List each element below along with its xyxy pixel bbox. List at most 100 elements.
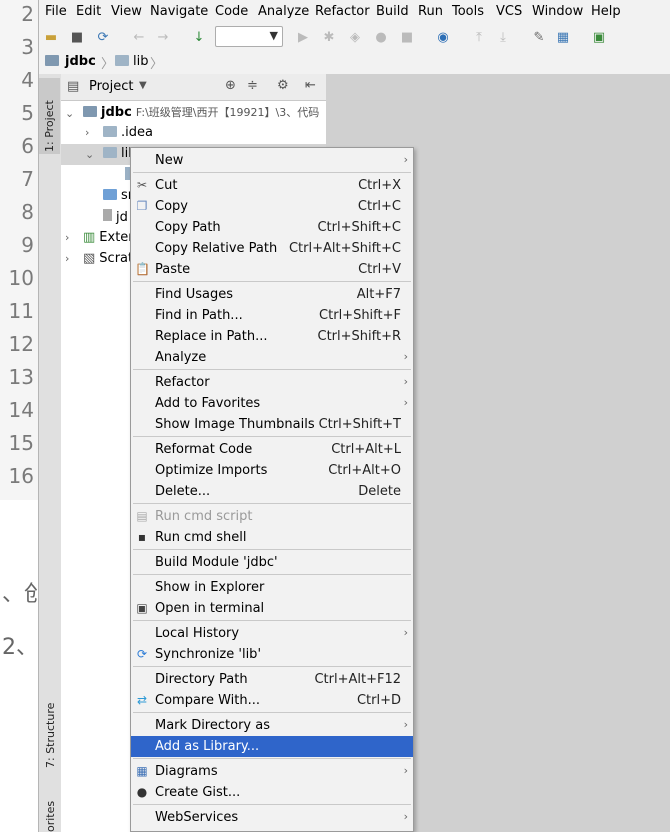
chevron-right-icon: › — [403, 396, 408, 409]
run-config-select[interactable]: ▼ — [215, 26, 283, 47]
locate-icon[interactable]: ⊕ — [225, 78, 236, 93]
stop-icon[interactable]: ■ — [399, 30, 415, 46]
menu-item-shortcut: Ctrl+Alt+F12 — [314, 672, 401, 687]
menu-separator — [133, 549, 411, 550]
menu-refactor[interactable]: Refactor — [315, 4, 370, 19]
menu-item-build-module-jdbc[interactable]: Build Module 'jdbc' — [131, 552, 413, 573]
save-icon[interactable]: ■ — [69, 30, 85, 46]
tree-item-idea[interactable]: .idea — [103, 125, 153, 140]
line-number: 2 — [21, 2, 34, 26]
menu-item-show-in-explorer[interactable]: Show in Explorer — [131, 577, 413, 598]
menu-run[interactable]: Run — [418, 4, 443, 19]
menu-item-compare-with[interactable]: ⇄ Compare With... Ctrl+D — [131, 690, 413, 711]
menu-item-copy-relative-path[interactable]: Copy Relative Path Ctrl+Alt+Shift+C — [131, 238, 413, 259]
menu-edit[interactable]: Edit — [76, 4, 101, 19]
menu-item-directory-path[interactable]: Directory Path Ctrl+Alt+F12 — [131, 669, 413, 690]
menu-item-reformat-code[interactable]: Reformat Code Ctrl+Alt+L — [131, 439, 413, 460]
coverage-icon[interactable]: ◈ — [347, 30, 363, 46]
menu-item-add-to-favorites[interactable]: Add to Favorites › — [131, 393, 413, 414]
chevron-right-icon[interactable]: › — [65, 231, 69, 244]
tree-item-label: Exter — [99, 230, 134, 245]
menu-view[interactable]: View — [111, 4, 142, 19]
menu-file[interactable]: File — [45, 4, 67, 19]
menu-help[interactable]: Help — [591, 4, 621, 19]
tree-item-src[interactable]: sr — [103, 188, 133, 203]
tree-item-iml[interactable]: jd — [103, 209, 128, 225]
breadcrumb-project[interactable]: jdbc — [65, 54, 96, 69]
menu-window[interactable]: Window — [532, 4, 583, 19]
vcs-update-icon[interactable]: ⤒ — [471, 30, 487, 46]
chevron-down-icon[interactable]: ▼ — [139, 80, 147, 91]
menu-separator — [133, 172, 411, 173]
tab-favorites[interactable]: orites — [44, 801, 57, 832]
menu-analyze[interactable]: Analyze — [258, 4, 309, 19]
project-structure-icon[interactable]: ▦ — [555, 30, 571, 46]
debug-icon[interactable]: ✱ — [321, 30, 337, 46]
tab-structure[interactable]: 7: Structure — [44, 703, 57, 768]
menu-vcs[interactable]: VCS — [496, 4, 522, 19]
menu-item-show-image-thumbnails[interactable]: Show Image Thumbnails Ctrl+Shift+T — [131, 414, 413, 435]
menu-navigate[interactable]: Navigate — [150, 4, 208, 19]
compare-icon: ⇄ — [136, 693, 148, 707]
android-icon[interactable]: ▣ — [591, 30, 607, 46]
chevron-right-icon[interactable]: › — [65, 252, 69, 265]
menu-item-shortcut: Ctrl+X — [358, 178, 401, 193]
menu-item-synchronize-lib[interactable]: ⟳ Synchronize 'lib' — [131, 644, 413, 665]
menu-item-shortcut: Ctrl+Alt+Shift+C — [288, 241, 401, 256]
chevron-right-icon[interactable]: › — [85, 126, 89, 139]
menu-item-new[interactable]: New › — [131, 150, 413, 171]
menu-tools[interactable]: Tools — [452, 4, 484, 19]
forward-icon[interactable]: → — [155, 30, 171, 46]
tree-item-external-libraries[interactable]: ▥ Exter — [83, 230, 134, 245]
menu-code[interactable]: Code — [215, 4, 248, 19]
menu-item-create-gist[interactable]: ● Create Gist... — [131, 782, 413, 803]
menu-item-delete[interactable]: Delete... Delete — [131, 481, 413, 502]
menu-item-find-in-path[interactable]: Find in Path... Ctrl+Shift+F — [131, 305, 413, 326]
menu-item-find-usages[interactable]: Find Usages Alt+F7 — [131, 284, 413, 305]
menu-item-copy[interactable]: ❐ Copy Ctrl+C — [131, 196, 413, 217]
chevron-down-icon: ▼ — [269, 29, 278, 42]
sync-icon[interactable]: ⟳ — [95, 30, 111, 46]
back-icon[interactable]: ← — [131, 30, 147, 46]
open-folder-icon[interactable]: ▬ — [43, 30, 59, 46]
breadcrumb-folder[interactable]: lib — [133, 54, 148, 69]
collapse-icon[interactable]: ≑ — [247, 78, 258, 93]
tree-root[interactable]: jdbc F:\班级管理\西开【19921】\3、代码 — [83, 104, 319, 120]
menu-item-cut[interactable]: ✂ Cut Ctrl+X — [131, 175, 413, 196]
profile-icon[interactable]: ● — [373, 30, 389, 46]
menu-item-optimize-imports[interactable]: Optimize Imports Ctrl+Alt+O — [131, 460, 413, 481]
menu-item-run-cmd-shell[interactable]: ▪ Run cmd shell — [131, 527, 413, 548]
menu-item-analyze[interactable]: Analyze › — [131, 347, 413, 368]
chevron-down-icon[interactable]: ⌄ — [65, 107, 74, 120]
menu-item-refactor[interactable]: Refactor › — [131, 372, 413, 393]
tree-item-scratches[interactable]: ▧ Scrat — [83, 251, 133, 266]
project-view-select[interactable]: Project — [89, 79, 133, 94]
help-web-icon[interactable]: ◉ — [435, 30, 451, 46]
menu-item-open-in-terminal[interactable]: ▣ Open in terminal — [131, 598, 413, 619]
menu-item-paste[interactable]: 📋 Paste Ctrl+V — [131, 259, 413, 280]
menu-item-diagrams[interactable]: ▦ Diagrams › — [131, 761, 413, 782]
menu-item-mark-directory-as[interactable]: Mark Directory as › — [131, 715, 413, 736]
menu-separator — [133, 758, 411, 759]
run-icon[interactable]: ▶ — [295, 30, 311, 46]
menu-item-label: Replace in Path... — [155, 329, 268, 344]
gear-icon[interactable]: ⚙ — [277, 78, 289, 93]
menu-item-run-cmd-script[interactable]: ▤ Run cmd script — [131, 506, 413, 527]
menu-item-shortcut: Delete — [358, 484, 401, 499]
chevron-down-icon[interactable]: ⌄ — [85, 148, 94, 161]
line-number: 4 — [21, 68, 34, 92]
chevron-right-icon: 〉 — [150, 57, 164, 72]
vcs-commit-icon[interactable]: ⤓ — [495, 30, 511, 46]
hide-icon[interactable]: ⇤ — [305, 78, 316, 93]
menu-item-label: Show Image Thumbnails — [155, 417, 315, 432]
settings-icon[interactable]: ✎ — [531, 30, 547, 46]
menu-item-copy-path[interactable]: Copy Path Ctrl+Shift+C — [131, 217, 413, 238]
menu-build[interactable]: Build — [376, 4, 409, 19]
menu-item-webservices[interactable]: WebServices › — [131, 807, 413, 828]
menu-item-local-history[interactable]: Local History › — [131, 623, 413, 644]
menu-item-replace-in-path[interactable]: Replace in Path... Ctrl+Shift+R — [131, 326, 413, 347]
build-icon[interactable]: ↓ — [191, 30, 207, 46]
menu-item-label: Copy Path — [155, 220, 221, 235]
menu-item-add-as-library[interactable]: Add as Library... — [131, 736, 413, 757]
tab-project[interactable]: 1: Project — [39, 78, 60, 154]
